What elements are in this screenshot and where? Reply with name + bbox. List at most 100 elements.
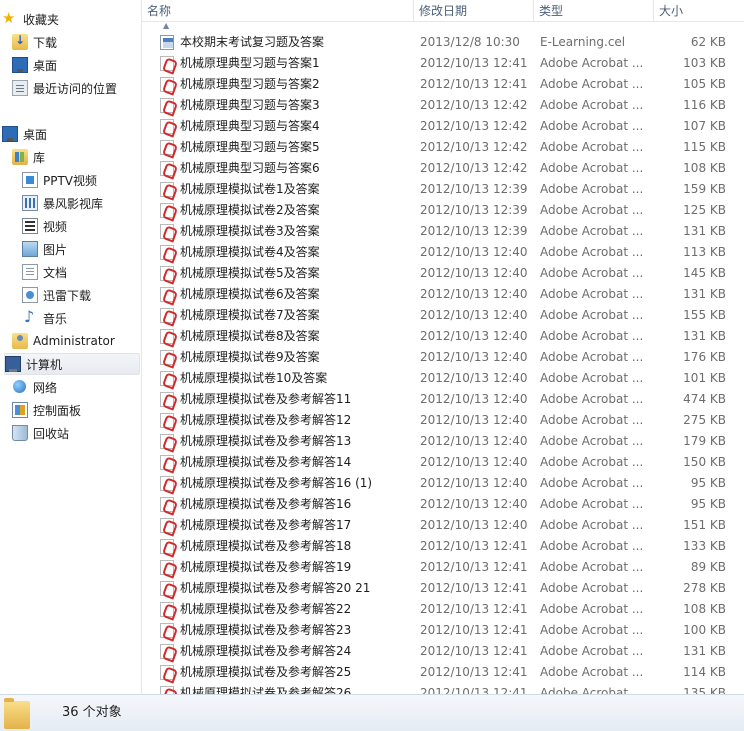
file-name: 机械原理模拟试卷8及答案 <box>180 329 320 343</box>
nav-item[interactable]: 库 <box>12 146 141 168</box>
nav-item[interactable]: 收藏夹 <box>2 8 132 30</box>
file-row[interactable]: 机械原理模拟试卷8及答案 2012/10/13 12:40 Adobe Acroba… <box>142 326 744 347</box>
baofeng-library-icon <box>22 195 38 211</box>
file-row[interactable]: 机械原理模拟试卷7及答案 2012/10/13 12:40 Adobe Acroba… <box>142 305 744 326</box>
nav-item[interactable]: Administrator <box>12 330 141 352</box>
file-row[interactable]: 机械原理模拟试卷及参考解答11 2012/10/13 12:40 Adobe Acr… <box>142 389 744 410</box>
file-row[interactable]: 机械原理典型习题与答案6 2012/10/13 12:42 Adobe Acroba… <box>142 158 744 179</box>
file-name: 机械原理模拟试卷1及答案 <box>180 182 320 196</box>
column-header-size[interactable]: 大小 <box>654 0 744 22</box>
nav-item-label: 视频 <box>43 219 68 234</box>
file-row[interactable]: 机械原理模拟试卷及参考解答25 2012/10/13 12:41 Adobe Acr… <box>142 662 744 683</box>
nav-item[interactable]: 回收站 <box>12 422 141 444</box>
item-count: 36 个对象 <box>62 705 122 720</box>
file-row[interactable]: 机械原理模拟试卷及参考解答12 2012/10/13 12:40 Adobe Acr… <box>142 410 744 431</box>
file-row[interactable]: 机械原理模拟试卷及参考解答14 2012/10/13 12:40 Adobe Acr… <box>142 452 744 473</box>
column-header-date[interactable]: 修改日期 <box>414 0 534 22</box>
file-type: Adobe Acrobat ... <box>540 98 644 112</box>
file-size: 133 KB <box>683 539 726 553</box>
nav-item[interactable]: 计算机 <box>4 353 140 375</box>
nav-item[interactable]: 图片 <box>22 238 141 260</box>
pdf-file-icon <box>160 371 174 386</box>
file-row[interactable]: 机械原理模拟试卷及参考解答23 2012/10/13 12:41 Adobe Acr… <box>142 620 744 641</box>
column-header-name[interactable]: 名称 <box>142 0 414 22</box>
file-name: 机械原理模拟试卷及参考解答19 <box>180 560 352 574</box>
file-type: Adobe Acrobat ... <box>540 119 644 133</box>
recent-places-icon <box>12 80 28 96</box>
nav-item[interactable]: 桌面 <box>2 123 132 145</box>
file-row[interactable]: 机械原理模拟试卷及参考解答19 2012/10/13 12:41 Adobe Acr… <box>142 557 744 578</box>
file-size: 151 KB <box>683 518 726 532</box>
file-name: 机械原理模拟试卷及参考解答12 <box>180 413 352 427</box>
file-size: 145 KB <box>683 266 726 280</box>
file-size: 115 KB <box>683 140 726 154</box>
file-size: 125 KB <box>683 203 726 217</box>
nav-item[interactable]: 迅雷下载 <box>22 284 141 306</box>
file-name: 机械原理典型习题与答案4 <box>180 119 320 133</box>
file-size: 278 KB <box>683 581 726 595</box>
file-type: Adobe Acrobat ... <box>540 287 644 301</box>
music-library-icon <box>22 307 38 326</box>
file-type: Adobe Acrobat ... <box>540 203 644 217</box>
file-size: 179 KB <box>683 434 726 448</box>
file-date: 2012/10/13 12:42 <box>420 119 528 133</box>
file-size: 150 KB <box>683 455 726 469</box>
file-row[interactable]: 机械原理模拟试卷3及答案 2012/10/13 12:39 Adobe Acroba… <box>142 221 744 242</box>
file-row[interactable]: 机械原理模拟试卷及参考解答16 2012/10/13 12:40 Adobe Acr… <box>142 494 744 515</box>
file-row[interactable]: 机械原理典型习题与答案2 2012/10/13 12:41 Adobe Acroba… <box>142 74 744 95</box>
file-row[interactable]: 本校期末考试复习题及答案 2013/12/8 10:30 E-Learning.ce… <box>142 32 744 53</box>
nav-item[interactable]: 暴风影视库 <box>22 192 141 214</box>
file-date: 2012/10/13 12:41 <box>420 539 528 553</box>
nav-item[interactable]: 桌面 <box>12 54 141 76</box>
file-size: 62 KB <box>690 35 726 49</box>
file-row[interactable]: 机械原理模拟试卷及参考解答24 2012/10/13 12:41 Adobe Acr… <box>142 641 744 662</box>
file-size: 155 KB <box>683 308 726 322</box>
file-row[interactable]: 机械原理模拟试卷及参考解答26 2012/10/13 12:41 Adobe Acr… <box>142 683 744 694</box>
file-row[interactable]: 机械原理模拟试卷1及答案 2012/10/13 12:39 Adobe Acroba… <box>142 179 744 200</box>
nav-item[interactable]: 控制面板 <box>12 399 141 421</box>
file-row-partial[interactable] <box>142 22 744 32</box>
file-date: 2012/10/13 12:40 <box>420 455 528 469</box>
file-row[interactable]: 机械原理模拟试卷及参考解答17 2012/10/13 12:40 Adobe Acr… <box>142 515 744 536</box>
file-size: 474 KB <box>683 392 726 406</box>
document-library-icon <box>22 264 38 280</box>
file-date: 2012/10/13 12:41 <box>420 560 528 574</box>
file-type: Adobe Acrobat ... <box>540 371 644 385</box>
file-row[interactable]: 机械原理典型习题与答案1 2012/10/13 12:41 Adobe Acroba… <box>142 53 744 74</box>
file-name: 机械原理典型习题与答案1 <box>180 56 320 70</box>
file-name: 机械原理模拟试卷及参考解答14 <box>180 455 352 469</box>
file-row[interactable]: 机械原理典型习题与答案4 2012/10/13 12:42 Adobe Acroba… <box>142 116 744 137</box>
file-list[interactable]: 本校期末考试复习题及答案 2013/12/8 10:30 E-Learning.ce… <box>142 22 744 694</box>
nav-item[interactable]: 文档 <box>22 261 141 283</box>
file-type: Adobe Acrobat ... <box>540 224 644 238</box>
user-folder-icon <box>12 333 28 349</box>
file-row[interactable]: 机械原理模拟试卷2及答案 2012/10/13 12:39 Adobe Acroba… <box>142 200 744 221</box>
nav-item[interactable]: 最近访问的位置 <box>12 77 141 99</box>
file-row[interactable]: 机械原理模拟试卷10及答案 2012/10/13 12:40 Adobe Acrob… <box>142 368 744 389</box>
column-header-type[interactable]: 类型 <box>534 0 654 22</box>
file-row[interactable]: 机械原理典型习题与答案3 2012/10/13 12:42 Adobe Acroba… <box>142 95 744 116</box>
network-icon <box>12 379 28 395</box>
file-row[interactable]: 机械原理模拟试卷及参考解答20 21 2012/10/13 12:41 Adobe … <box>142 578 744 599</box>
file-row[interactable]: 机械原理模拟试卷及参考解答16 (1) 2012/10/13 12:40 Adobe… <box>142 473 744 494</box>
file-row[interactable]: 机械原理模拟试卷5及答案 2012/10/13 12:40 Adobe Acroba… <box>142 263 744 284</box>
file-type: Adobe Acrobat ... <box>540 560 644 574</box>
file-row[interactable]: 机械原理模拟试卷及参考解答18 2012/10/13 12:41 Adobe Acr… <box>142 536 744 557</box>
file-row[interactable]: 机械原理模拟试卷6及答案 2012/10/13 12:40 Adobe Acroba… <box>142 284 744 305</box>
file-row[interactable]: 机械原理模拟试卷及参考解答13 2012/10/13 12:40 Adobe Acr… <box>142 431 744 452</box>
file-date: 2012/10/13 12:41 <box>420 623 528 637</box>
file-row[interactable]: 机械原理典型习题与答案5 2012/10/13 12:42 Adobe Acroba… <box>142 137 744 158</box>
nav-item[interactable]: 视频 <box>22 215 141 237</box>
pdf-file-icon <box>160 518 174 533</box>
file-row[interactable]: 机械原理模拟试卷4及答案 2012/10/13 12:40 Adobe Acroba… <box>142 242 744 263</box>
file-row[interactable]: 机械原理模拟试卷及参考解答22 2012/10/13 12:41 Adobe Acr… <box>142 599 744 620</box>
nav-item[interactable]: 音乐 <box>22 307 141 329</box>
control-panel-icon <box>12 402 28 418</box>
file-row[interactable]: 机械原理模拟试卷9及答案 2012/10/13 12:40 Adobe Acroba… <box>142 347 744 368</box>
nav-item[interactable]: 网络 <box>12 376 141 398</box>
navigation-pane[interactable]: 收藏夹下载桌面最近访问的位置桌面库PPTV视频暴风影视库视频图片文档迅雷下载音乐… <box>0 0 142 694</box>
nav-item[interactable]: PPTV视频 <box>22 169 141 191</box>
file-size: 116 KB <box>683 98 726 112</box>
nav-item[interactable]: 下载 <box>12 31 141 53</box>
file-name: 机械原理模拟试卷10及答案 <box>180 371 328 385</box>
